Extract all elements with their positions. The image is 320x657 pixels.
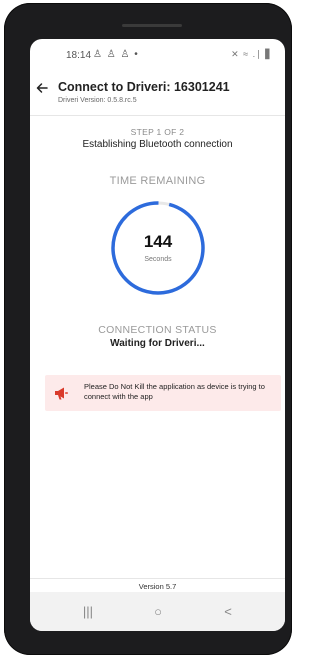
status-bar: 18:14 ♙ ♙ ♙ • ✕ ≈ .∣ ▋ bbox=[30, 39, 285, 73]
countdown-value: 144 bbox=[143, 232, 173, 251]
megaphone-icon bbox=[55, 387, 68, 400]
warning-text: Please Do Not Kill the application as de… bbox=[84, 382, 265, 401]
app-version: Version 5.7 bbox=[138, 582, 177, 591]
recents-button[interactable]: ||| bbox=[78, 602, 98, 622]
back-arrow-icon[interactable] bbox=[35, 81, 49, 95]
app-screen: 18:14 ♙ ♙ ♙ • ✕ ≈ .∣ ▋ Connect to Driver… bbox=[30, 39, 285, 631]
page-title: Connect to Driveri: 16301241 bbox=[58, 80, 230, 94]
countdown-timer: 144 Seconds bbox=[108, 198, 208, 298]
driver-version: Driveri Version: 0.5.8.rc.5 bbox=[58, 97, 137, 104]
system-navigation-bar: ||| ○ < bbox=[30, 592, 285, 631]
footer-divider bbox=[30, 578, 285, 579]
connection-status-value: Waiting for Driveri... bbox=[110, 338, 205, 349]
header-divider bbox=[30, 115, 285, 116]
status-time: 18:14 bbox=[66, 50, 92, 61]
time-remaining-label: TIME REMAINING bbox=[109, 175, 206, 187]
signal-battery-icons: ✕ ≈ .∣ ▋ bbox=[231, 49, 273, 59]
step-title: Establishing Bluetooth connection bbox=[82, 139, 233, 150]
phone-speaker bbox=[122, 24, 182, 27]
countdown-unit: Seconds bbox=[144, 256, 172, 263]
phone-frame: 18:14 ♙ ♙ ♙ • ✕ ≈ .∣ ▋ Connect to Driver… bbox=[4, 3, 292, 655]
connection-status-label: CONNECTION STATUS bbox=[98, 324, 217, 336]
step-label: STEP 1 OF 2 bbox=[130, 127, 185, 137]
back-button[interactable]: < bbox=[218, 602, 238, 622]
warning-banner: Please Do Not Kill the application as de… bbox=[45, 375, 281, 411]
home-button[interactable]: ○ bbox=[148, 602, 168, 622]
app-bar: Connect to Driveri: 16301241 Driveri Ver… bbox=[30, 77, 285, 113]
notification-icons: ♙ ♙ ♙ • bbox=[93, 49, 139, 60]
